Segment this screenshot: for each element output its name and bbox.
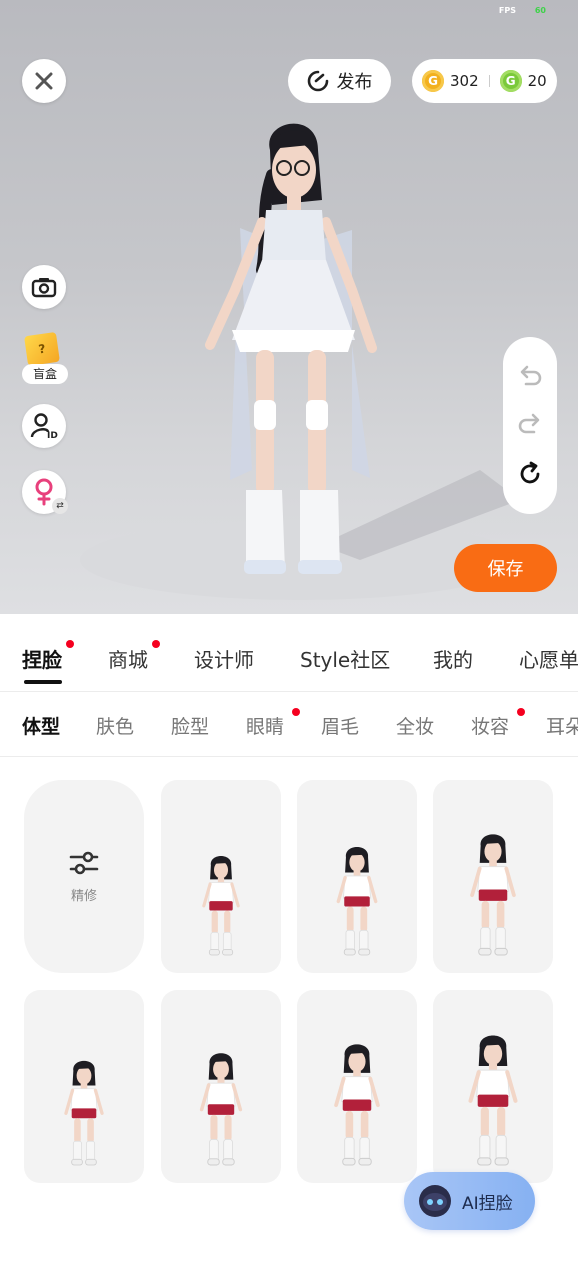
tab-face-dot — [66, 640, 74, 648]
tab-style-community[interactable]: Style社区 — [300, 644, 390, 673]
body-preset-figure — [202, 855, 240, 956]
swap-icon: ⇄ — [52, 498, 68, 514]
history-controls — [503, 337, 557, 514]
active-tab-indicator — [24, 680, 62, 684]
body-preset-card[interactable] — [433, 990, 553, 1183]
tab-store[interactable]: 商城 — [108, 644, 148, 673]
avatar-id-button[interactable]: ID — [22, 404, 66, 448]
tab-store-dot — [152, 640, 160, 648]
publish-icon — [307, 70, 328, 92]
gold-coin-icon: G — [422, 70, 444, 92]
svg-text:ID: ID — [47, 431, 58, 440]
gold-coin-amount: 302 — [450, 72, 479, 90]
currency-divider — [488, 75, 490, 87]
subtab-body-type[interactable]: 体型 — [22, 712, 60, 739]
sliders-icon — [69, 851, 99, 875]
subtab-eyes-dot — [292, 708, 300, 716]
body-preset-figure — [64, 1060, 104, 1166]
fine-tune-card[interactable]: 精修 — [24, 780, 144, 973]
camera-button[interactable] — [22, 265, 66, 309]
currency-balance[interactable]: G 302 G 20 — [412, 59, 557, 103]
fine-tune-label: 精修 — [70, 889, 97, 904]
blindbox-label: 盲盒 — [22, 364, 68, 384]
reset-icon[interactable] — [517, 461, 543, 487]
subtab-full-makeup[interactable]: 全妆 — [396, 712, 434, 739]
tab-wishlist[interactable]: 心愿单 — [519, 644, 578, 673]
ai-face-label: AI捏脸 — [462, 1193, 513, 1214]
gender-switch-button[interactable]: ⇄ — [22, 470, 68, 514]
blindbox-icon: ? — [24, 331, 60, 367]
fps-label: FPS — [498, 6, 516, 15]
tab-face[interactable]: 捏脸 — [22, 644, 62, 673]
body-preset-figure — [336, 847, 378, 956]
body-preset-card[interactable] — [297, 990, 417, 1183]
undo-icon[interactable] — [517, 364, 543, 386]
main-tabs: 捏脸 商城 设计师 Style社区 我的 心愿单 — [0, 614, 578, 692]
tab-mine[interactable]: 我的 — [433, 644, 473, 673]
fps-value: 60 — [534, 6, 546, 15]
body-preset-figure — [468, 1035, 518, 1166]
tab-designer[interactable]: 设计师 — [194, 644, 254, 673]
body-preset-card[interactable] — [161, 780, 281, 973]
sub-tabs: 体型 肤色 脸型 眼睛 眉毛 全妆 妆容 耳朵 — [0, 692, 578, 757]
body-preset-figure — [470, 834, 516, 956]
ai-face-button[interactable]: AI捏脸 — [404, 1172, 535, 1230]
publish-label: 发布 — [336, 72, 373, 93]
camera-icon — [31, 278, 57, 298]
body-preset-figure — [334, 1044, 380, 1166]
subtab-eyes[interactable]: 眼睛 — [246, 712, 284, 739]
subtab-makeup[interactable]: 妆容 — [471, 712, 509, 739]
subtab-ears[interactable]: 耳朵 — [546, 712, 578, 739]
publish-button[interactable]: 发布 — [288, 59, 391, 103]
save-button[interactable]: 保存 — [454, 544, 557, 592]
body-preset-card[interactable] — [433, 780, 553, 973]
green-coin-amount: 20 — [527, 72, 547, 90]
redo-icon[interactable] — [517, 412, 543, 434]
subtab-eyebrows[interactable]: 眉毛 — [321, 712, 359, 739]
subtab-makeup-dot — [517, 708, 525, 716]
body-preset-figure — [199, 1053, 243, 1166]
user-id-icon: ID — [30, 413, 58, 440]
green-coin-icon: G — [499, 70, 522, 92]
body-preset-card[interactable] — [161, 990, 281, 1183]
body-preset-card[interactable] — [297, 780, 417, 973]
avatar-stage[interactable]: FPS 60 发布 G 302 G 20 ? 盲盒 ID ⇄ 保存 — [0, 0, 578, 614]
subtab-face-shape[interactable]: 脸型 — [171, 712, 209, 739]
ai-robot-icon — [419, 1185, 451, 1217]
body-preset-card[interactable] — [24, 990, 144, 1183]
blindbox-button[interactable]: ? 盲盒 — [20, 330, 70, 386]
close-icon — [35, 72, 53, 90]
close-button[interactable] — [22, 59, 66, 103]
subtab-skin-color[interactable]: 肤色 — [96, 712, 134, 739]
